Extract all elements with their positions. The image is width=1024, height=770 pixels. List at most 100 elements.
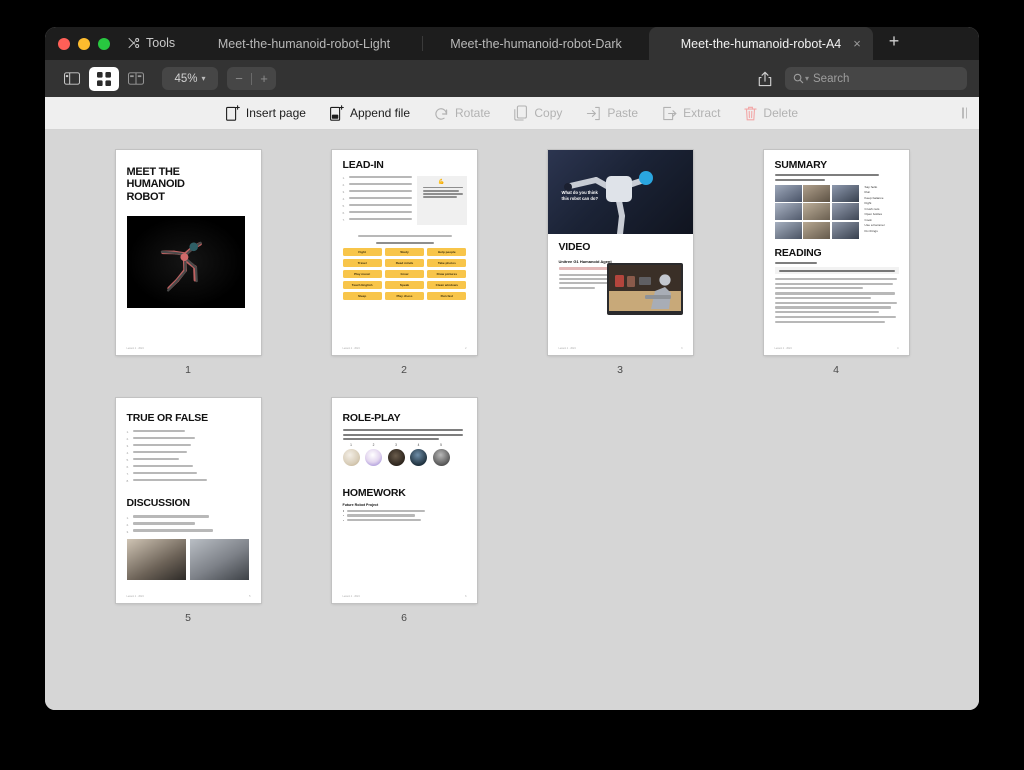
page-cell-6[interactable]: ROLE-PLAY 1 2 3 4 5 HOMEWORK Future Robo… — [296, 398, 512, 624]
page-cell-3[interactable]: What do you think this robot can do? VID… — [512, 150, 728, 376]
page-thumbnail-4[interactable]: SUMMARY Say hello Run Keep balance Fight… — [763, 150, 909, 355]
page-3-hero-caption: What do you think this robot can do? — [562, 190, 599, 203]
photo-cell — [774, 184, 802, 202]
footer-left: Lesson 1 · 2024 — [774, 347, 792, 350]
page-cell-2[interactable]: LEAD-IN 1. 2. 3. 4. 5. 6. 7. 💪 Fight Stu… — [296, 150, 512, 376]
cooking-robot-photo — [126, 538, 186, 580]
extract-button[interactable]: Extract — [662, 106, 720, 121]
page-thumbnail-2[interactable]: LEAD-IN 1. 2. 3. 4. 5. 6. 7. 💪 Fight Stu… — [331, 150, 477, 355]
page-cell-1[interactable]: MEET THE HUMANOID ROBOT Lesson 1 · 2024 … — [80, 150, 296, 376]
copy-button[interactable]: Copy — [514, 105, 562, 121]
page-thumbnail-5[interactable]: TRUE OR FALSE 1. 2. 3. 4. 5. 6. 7. 8. DI… — [115, 398, 261, 603]
avatar-item: 1 — [342, 443, 360, 466]
robot-avatar-icon — [342, 448, 360, 466]
footer-left: Lesson 1 · 2024 — [342, 347, 360, 350]
thumbnail-canvas[interactable]: MEET THE HUMANOID ROBOT Lesson 1 · 2024 … — [45, 130, 979, 710]
page-6-heading-2: HOMEWORK — [342, 486, 406, 499]
paragraph — [774, 316, 899, 323]
grid-view-icon[interactable] — [89, 66, 119, 91]
photo-cell — [803, 184, 830, 202]
tools-label: Tools — [146, 36, 176, 50]
word-card: Grow — [384, 270, 425, 279]
page-4-instruction-2 — [774, 261, 817, 264]
avatar-item: 3 — [387, 443, 405, 466]
two-page-view-icon[interactable] — [121, 67, 151, 91]
word-card: Play chess — [384, 292, 425, 301]
word-card: Sleep — [342, 292, 382, 301]
close-tab-icon[interactable]: × — [850, 36, 864, 51]
zoom-in-button[interactable]: + — [252, 67, 276, 90]
tab-label: Meet-the-humanoid-robot-Dark — [450, 36, 622, 51]
close-window-button[interactable] — [58, 38, 70, 50]
page-6-footer: Lesson 1 · 2024 6 — [343, 595, 467, 598]
robot-avatar-icon — [387, 448, 405, 466]
insert-page-icon — [225, 105, 240, 121]
page-4-content: SUMMARY Say hello Run Keep balance Fight… — [764, 150, 909, 355]
copy-icon — [514, 105, 528, 121]
tab-a4-active[interactable]: Meet-the-humanoid-robot-A4 × — [649, 27, 873, 60]
photo-cell — [803, 221, 830, 239]
page-6-content: ROLE-PLAY 1 2 3 4 5 HOMEWORK Future Robo… — [332, 398, 477, 603]
traffic-lights — [58, 38, 110, 50]
page-3-laptop-image — [606, 263, 683, 315]
photo-cell — [803, 203, 830, 221]
resize-grip-icon[interactable] — [962, 107, 967, 119]
title-line-3: ROBOT — [126, 190, 166, 203]
page-6-subheading-2: Future Robot Project — [342, 502, 379, 507]
page-1-footer: Lesson 1 · 2024 — [127, 347, 251, 350]
avatar-number: 1 — [350, 443, 352, 448]
word-card: Study — [384, 248, 425, 257]
page-cell-5[interactable]: TRUE OR FALSE 1. 2. 3. 4. 5. 6. 7. 8. DI… — [80, 398, 296, 624]
page-thumbnail-1[interactable]: MEET THE HUMANOID ROBOT Lesson 1 · 2024 — [115, 150, 261, 355]
page-4-heading-2: READING — [774, 246, 822, 259]
page-5-heading: TRUE OR FALSE — [126, 412, 209, 424]
word-item: Fix things — [864, 228, 878, 233]
tab-light[interactable]: Meet-the-humanoid-robot-Light — [185, 27, 423, 60]
page-thumbnail-6[interactable]: ROLE-PLAY 1 2 3 4 5 HOMEWORK Future Robo… — [331, 398, 477, 603]
page-4-photo-grid — [774, 184, 859, 239]
search-input[interactable]: ▾ Search — [785, 67, 967, 90]
paragraph — [774, 292, 899, 299]
robot-avatar-icon — [410, 448, 427, 466]
share-icon[interactable] — [751, 67, 779, 91]
page-2-question-list: 1. 2. 3. 4. 5. 6. 7. — [343, 176, 412, 225]
tools-button[interactable]: Tools — [127, 36, 175, 50]
page-edit-toolbar: Insert page Append file Rotate Copy Past… — [45, 97, 979, 130]
word-card: Read minds — [384, 259, 425, 268]
page-6-robot-avatars: 1 2 3 4 5 — [342, 443, 467, 466]
delete-label: Delete — [763, 106, 799, 120]
page-4-instruction — [774, 174, 899, 181]
word-card: Draw pictures — [427, 270, 467, 279]
page-4-wordbank — [774, 267, 899, 275]
tab-label: Meet-the-humanoid-robot-Light — [217, 36, 391, 51]
robot-avatar-icon — [365, 448, 382, 466]
extract-label: Extract — [683, 106, 721, 120]
page-3-body: VIDEO Unitree G1 Humanoid Agent — [558, 241, 683, 315]
footer-right: 6 — [465, 595, 467, 598]
word-card: Clean windows — [427, 281, 467, 290]
delete-button[interactable]: Delete — [744, 106, 798, 121]
minimize-window-button[interactable] — [78, 38, 90, 50]
new-tab-button[interactable]: + — [873, 27, 915, 60]
insert-page-button[interactable]: Insert page — [225, 105, 306, 121]
sidebar-icon[interactable] — [57, 67, 87, 91]
footer-left: Lesson 1 · 2024 — [558, 347, 576, 350]
page-grid: MEET THE HUMANOID ROBOT Lesson 1 · 2024 … — [45, 150, 979, 624]
zoom-level-dropdown[interactable]: 45% ▾ — [162, 67, 218, 90]
paste-label: Paste — [607, 106, 639, 120]
title-line-2: HUMANOID — [126, 178, 185, 191]
word-card: Fight — [342, 248, 382, 257]
page-2-footer: Lesson 1 · 2024 2 — [343, 347, 467, 350]
maximize-window-button[interactable] — [98, 38, 110, 50]
page-number-6: 6 — [401, 612, 407, 624]
bullet-item — [342, 519, 467, 522]
zoom-out-button[interactable]: − — [227, 67, 251, 90]
page-4-heading: SUMMARY — [774, 159, 828, 171]
page-5-footer: Lesson 1 · 2024 5 — [127, 595, 251, 598]
paste-button[interactable]: Paste — [586, 106, 638, 121]
page-cell-4[interactable]: SUMMARY Say hello Run Keep balance Fight… — [728, 150, 944, 376]
rotate-button[interactable]: Rotate — [434, 106, 490, 121]
append-file-button[interactable]: Append file — [330, 105, 410, 121]
page-thumbnail-3[interactable]: What do you think this robot can do? VID… — [547, 150, 693, 355]
tab-dark[interactable]: Meet-the-humanoid-robot-Dark — [423, 27, 649, 60]
